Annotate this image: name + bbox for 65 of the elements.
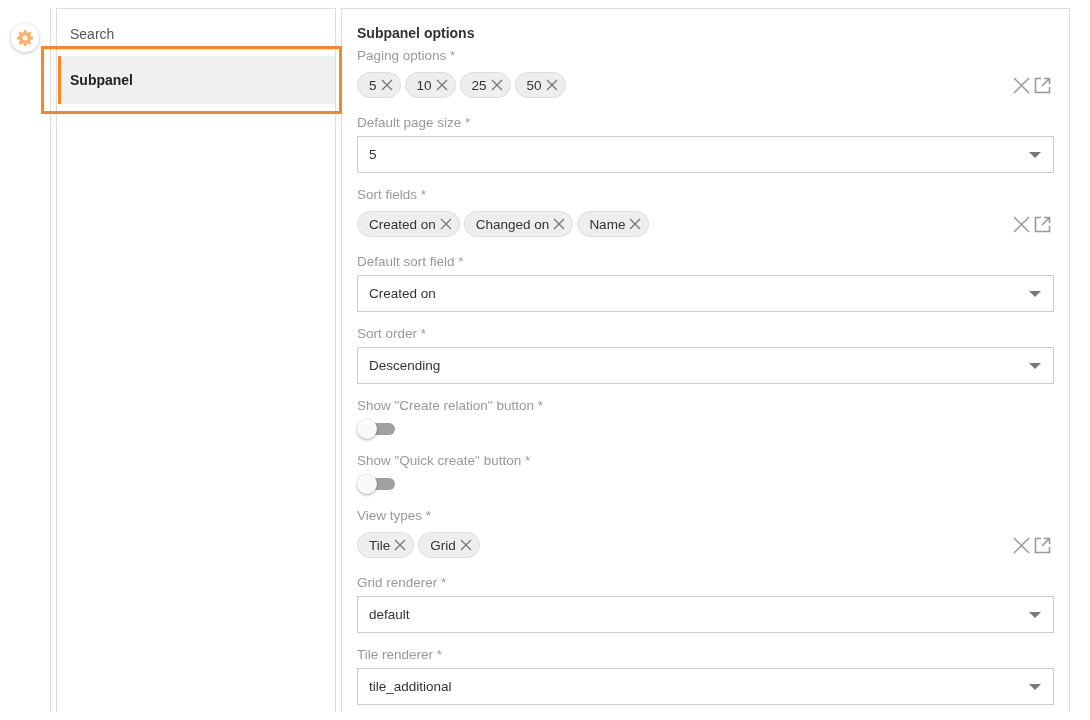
field-label: Grid renderer * [357, 574, 447, 592]
field-label: Paging options * [357, 47, 456, 65]
open-external-button[interactable] [1033, 214, 1052, 234]
remove-tag-button[interactable] [629, 218, 642, 230]
tag-label: 25 [471, 77, 487, 93]
field-label: Show "Quick create" button * [357, 452, 531, 470]
tag-label: 5 [369, 77, 377, 93]
toggle-switch[interactable] [357, 474, 395, 494]
nav-item[interactable]: Subpanel [58, 56, 335, 104]
select-field[interactable]: 5 [357, 136, 1054, 173]
tag-label: 10 [416, 77, 432, 93]
close-icon [394, 539, 407, 551]
remove-tag-button[interactable] [459, 539, 472, 551]
external-link-icon [1034, 536, 1051, 554]
select-field[interactable]: Descending [357, 347, 1054, 384]
caret-icon [1029, 290, 1041, 297]
remove-tag-button[interactable] [553, 218, 566, 230]
toggle-switch[interactable] [357, 419, 395, 439]
field-label: Tile renderer * [357, 646, 443, 664]
close-icon [439, 218, 452, 230]
field-label: Show "Create relation" button * [357, 397, 543, 415]
tag-label: Changed on [475, 216, 550, 232]
tag-label: Tile [369, 537, 391, 553]
tag-label: Created on [369, 216, 436, 232]
open-external-button[interactable] [1033, 535, 1052, 555]
close-icon [1013, 215, 1030, 233]
close-icon [545, 79, 558, 91]
field-label: Default sort field * [357, 253, 464, 271]
remove-tag-button[interactable] [380, 79, 393, 91]
close-icon [490, 79, 503, 91]
close-icon [380, 79, 393, 91]
close-icon [629, 218, 642, 230]
caret-icon [1029, 362, 1041, 369]
open-external-button[interactable] [1033, 75, 1052, 95]
close-icon [435, 79, 448, 91]
panel-title: Subpanel options [357, 24, 475, 43]
remove-tag-button[interactable] [439, 218, 452, 230]
external-link-icon [1034, 215, 1051, 233]
clear-button[interactable] [1012, 75, 1031, 95]
tag-label: 50 [526, 77, 542, 93]
nav-item[interactable]: Search [58, 23, 335, 45]
settings-icon [17, 30, 33, 46]
select-field[interactable]: Created on [357, 275, 1054, 312]
external-link-icon [1034, 76, 1051, 94]
field-label: Default page size * [357, 114, 471, 132]
remove-tag-button[interactable] [394, 539, 407, 551]
close-icon [553, 218, 566, 230]
remove-tag-button[interactable] [545, 79, 558, 91]
remove-tag-button[interactable] [435, 79, 448, 91]
select-field[interactable]: default [357, 596, 1054, 633]
caret-icon [1029, 151, 1041, 158]
close-icon [1013, 76, 1030, 94]
select-field[interactable]: tile_additional [357, 668, 1054, 705]
caret-icon [1029, 611, 1041, 618]
caret-icon [1029, 683, 1041, 690]
tag-label: Name [589, 216, 626, 232]
tag-label: Grid [430, 537, 456, 553]
field-label: Sort order * [357, 325, 427, 343]
clear-button[interactable] [1012, 535, 1031, 555]
remove-tag-button[interactable] [490, 79, 503, 91]
field-label: Sort fields * [357, 186, 427, 204]
field-label: View types * [357, 507, 432, 525]
close-icon [459, 539, 472, 551]
close-icon [1013, 536, 1030, 554]
clear-button[interactable] [1012, 214, 1031, 234]
